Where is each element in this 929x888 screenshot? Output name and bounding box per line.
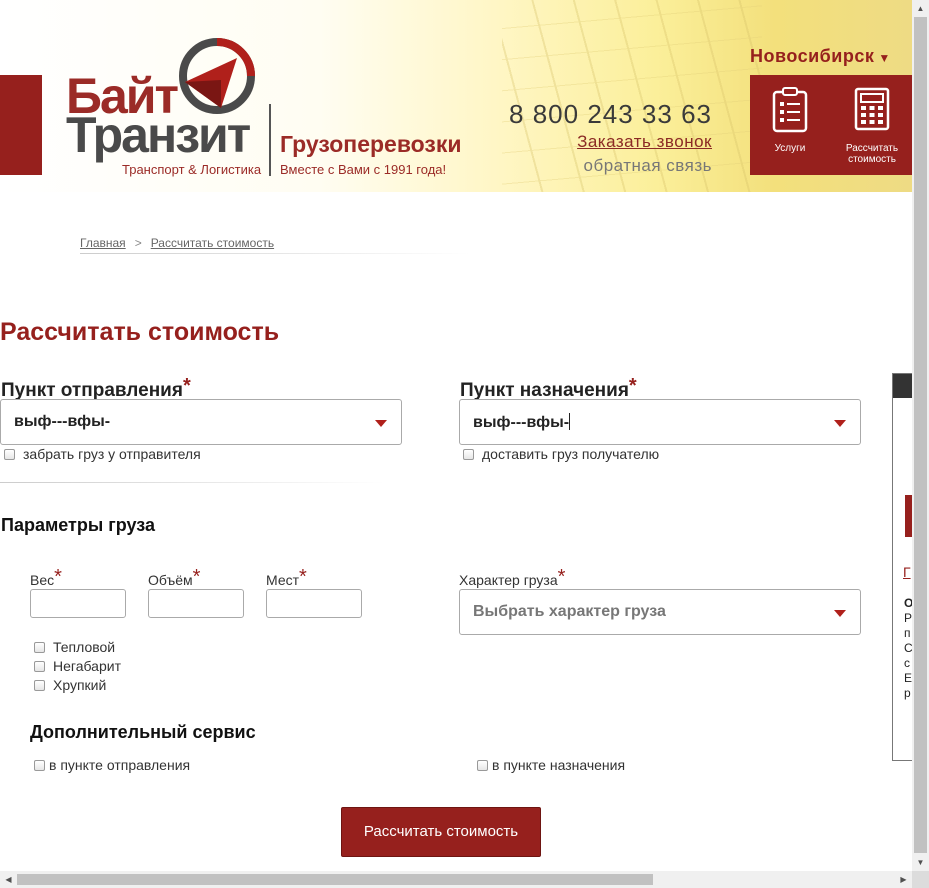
horizontal-scrollbar[interactable]: ◀ ▶ <box>0 871 912 888</box>
weight-input[interactable] <box>30 589 126 618</box>
site-logo[interactable]: Байт Транзит Транспорт & Логистика Грузо… <box>64 34 474 184</box>
services-tile[interactable]: Услуги <box>750 75 830 175</box>
service-at-origin-label: в пункте отправления <box>49 757 191 773</box>
callback-link[interactable]: Заказать звонок <box>577 132 712 152</box>
places-label: Мест* <box>266 566 307 591</box>
city-selector[interactable]: Новосибирск ▼ <box>750 46 891 67</box>
required-mark: * <box>182 375 191 397</box>
scrollbar-corner <box>912 871 929 888</box>
calculate-tile-label: Рассчитать стоимость <box>845 143 899 165</box>
horizontal-scroll-thumb[interactable] <box>17 874 653 885</box>
option-fragile-checkbox[interactable]: Хрупкий <box>34 677 106 693</box>
destination-select-value: выф---вфы- <box>473 414 570 431</box>
side-widget-link[interactable]: Г <box>903 564 911 580</box>
page-title: Рассчитать стоимость <box>0 318 280 346</box>
checkbox-icon <box>477 759 488 771</box>
dropdown-arrow-icon <box>834 610 846 617</box>
dropdown-arrow-icon <box>375 420 387 427</box>
option-thermal-checkbox[interactable]: Тепловой <box>34 639 115 655</box>
logo-subtitle: Транспорт & Логистика <box>122 162 262 177</box>
required-mark: * <box>628 375 637 397</box>
cargo-type-label-text: Характер груза <box>459 572 558 588</box>
checkbox-icon <box>34 759 45 771</box>
pickup-from-sender-checkbox[interactable]: забрать груз у отправителя <box>4 446 201 462</box>
volume-label: Объём* <box>148 566 201 591</box>
cargo-type-select[interactable]: Выбрать характер груза <box>459 589 861 635</box>
origin-label-text: Пункт отправления <box>1 380 183 401</box>
header-phone: 8 800 243 33 63 <box>509 99 712 129</box>
feedback-link[interactable]: обратная связь <box>584 156 712 176</box>
header-left-accent <box>0 75 42 175</box>
city-name: Новосибирск <box>750 46 875 66</box>
volume-input[interactable] <box>148 589 244 618</box>
weight-label-text: Вес <box>30 572 55 588</box>
destination-label-text: Пункт назначения <box>460 380 629 401</box>
calculate-tile[interactable]: Рассчитать стоимость <box>832 75 912 175</box>
dropdown-arrow-icon <box>834 420 846 427</box>
service-at-destination-checkbox[interactable]: в пункте назначения <box>477 757 625 773</box>
origin-select-value: выф---вфы- <box>14 413 111 430</box>
breadcrumb-underline <box>80 253 470 254</box>
calculator-icon <box>854 87 890 131</box>
option-thermal-label: Тепловой <box>53 639 116 655</box>
checklist-icon <box>772 87 808 133</box>
weight-label: Вес* <box>30 566 62 591</box>
cargo-type-placeholder: Выбрать характер груза <box>473 603 666 620</box>
scroll-left-icon[interactable]: ◀ <box>0 871 17 888</box>
logo-mark-icon <box>179 38 255 114</box>
vertical-scroll-thumb[interactable] <box>914 17 927 853</box>
breadcrumb-separator: > <box>134 236 142 250</box>
extra-service-title: Дополнительный сервис <box>30 722 256 742</box>
origin-select[interactable]: выф---вфы- <box>0 399 402 445</box>
site-header: Байт Транзит Транспорт & Логистика Грузо… <box>0 0 912 192</box>
chevron-down-icon: ▼ <box>878 51 891 65</box>
option-oversized-checkbox[interactable]: Негабарит <box>34 658 121 674</box>
section-divider <box>0 482 385 483</box>
deliver-to-recipient-label: доставить груз получателю <box>482 446 660 462</box>
places-input[interactable] <box>266 589 362 618</box>
destination-select[interactable]: выф---вфы- <box>459 399 861 445</box>
services-tile-label: Услуги <box>774 143 806 154</box>
side-widget: Г О Р п С с Е р <box>892 373 913 761</box>
checkbox-icon <box>463 448 474 460</box>
logo-word-2: Транзит <box>66 107 251 163</box>
breadcrumb: Главная > Рассчитать стоимость <box>80 236 274 250</box>
checkbox-icon <box>4 448 15 460</box>
logo-tagline-secondary: Вместе с Вами с 1991 года! <box>280 162 447 177</box>
required-mark: * <box>54 566 62 588</box>
checkbox-icon <box>34 660 45 672</box>
scroll-up-icon[interactable]: ▲ <box>912 0 929 17</box>
breadcrumb-home[interactable]: Главная <box>80 236 126 250</box>
logo-tagline: Грузоперевозки <box>280 131 462 157</box>
side-widget-header <box>893 374 913 398</box>
volume-label-text: Объём <box>148 572 193 588</box>
deliver-to-recipient-checkbox[interactable]: доставить груз получателю <box>463 446 659 462</box>
required-mark: * <box>192 566 201 588</box>
pickup-from-sender-label: забрать груз у отправителя <box>23 446 201 462</box>
header-quick-actions: Услуги Рассчитать стоимость <box>750 75 912 175</box>
scroll-down-icon[interactable]: ▼ <box>912 854 929 871</box>
option-oversized-label: Негабарит <box>53 658 121 674</box>
service-at-origin-checkbox[interactable]: в пункте отправления <box>34 757 190 773</box>
vertical-scrollbar[interactable]: ▲ ▼ <box>912 0 929 871</box>
option-fragile-label: Хрупкий <box>53 677 107 693</box>
text-cursor <box>569 413 571 430</box>
places-label-text: Мест <box>266 572 300 588</box>
required-mark: * <box>299 566 307 588</box>
cargo-section-title: Параметры груза <box>1 515 155 535</box>
cargo-type-label: Характер груза* <box>459 566 566 591</box>
logo-divider <box>269 104 271 176</box>
checkbox-icon <box>34 679 45 691</box>
required-mark: * <box>557 566 566 588</box>
checkbox-icon <box>34 641 45 653</box>
service-at-destination-label: в пункте назначения <box>492 757 626 773</box>
scroll-right-icon[interactable]: ▶ <box>895 871 912 888</box>
breadcrumb-current[interactable]: Рассчитать стоимость <box>151 236 274 250</box>
calculate-cost-button[interactable]: Рассчитать стоимость <box>341 807 541 857</box>
